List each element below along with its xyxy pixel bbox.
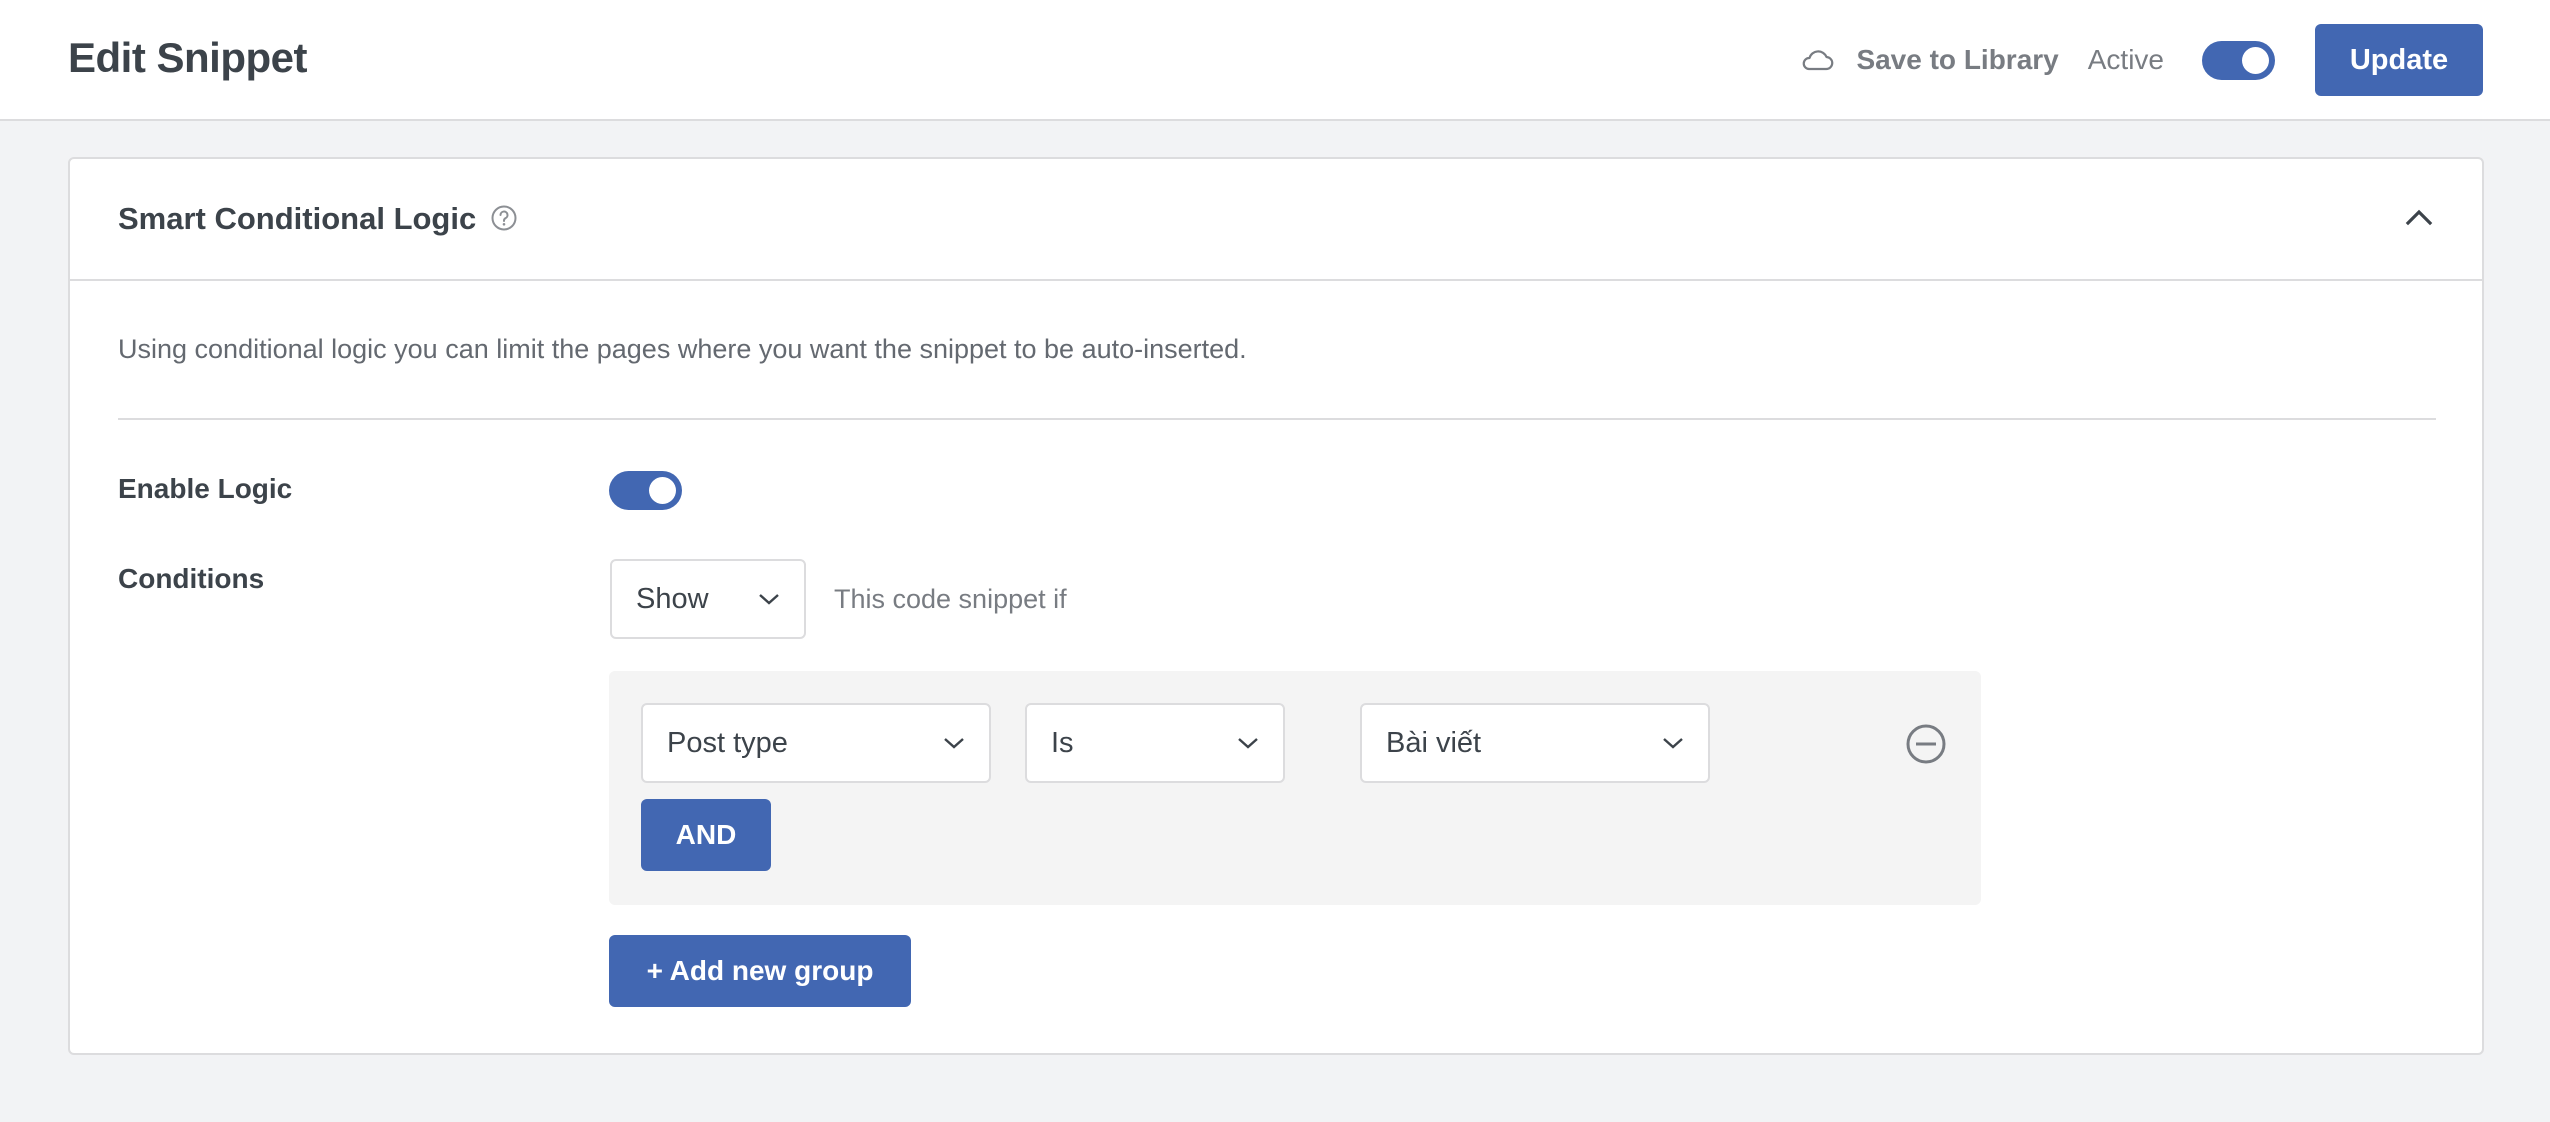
chevron-down-icon (1663, 738, 1683, 749)
chevron-down-icon (944, 738, 964, 749)
rule-type-value: Post type (667, 726, 788, 759)
rule-value-select[interactable]: Bài viết (1360, 703, 1710, 783)
minus-circle-icon[interactable] (1905, 723, 1947, 765)
cloud-icon (1803, 50, 1834, 71)
active-toggle[interactable] (2202, 40, 2275, 80)
rule-type-select[interactable]: Post type (641, 703, 991, 783)
header-actions: Save to Library Active Update (1800, 24, 2483, 96)
show-hide-select-value: Show (636, 582, 709, 615)
show-hide-select[interactable]: Show (610, 559, 806, 639)
panel-title: Smart Conditional Logic (118, 201, 477, 236)
question-circle-icon[interactable] (490, 204, 518, 232)
divider (118, 418, 2436, 420)
toggle-knob (649, 477, 676, 504)
chevron-down-icon (1238, 738, 1258, 749)
page-header: Edit Snippet Save to Library Active Upda… (0, 0, 2550, 121)
add-new-group-button[interactable]: + Add new group (609, 935, 911, 1007)
update-button[interactable]: Update (2315, 24, 2483, 96)
page-title: Edit Snippet (68, 34, 308, 81)
rule-operator-select[interactable]: Is (1025, 703, 1285, 783)
chevron-up-icon[interactable] (2404, 203, 2434, 233)
enable-logic-label: Enable Logic (118, 473, 293, 504)
condition-group: Post type Is Bài viết AND (609, 671, 1981, 905)
conditions-label: Conditions (118, 563, 265, 594)
and-button[interactable]: AND (641, 799, 771, 871)
panel-header[interactable]: Smart Conditional Logic (70, 159, 2482, 281)
enable-logic-toggle[interactable] (609, 471, 682, 510)
toggle-knob (2242, 46, 2269, 74)
condition-mode-suffix: This code snippet if (834, 584, 1067, 614)
panel-description: Using conditional logic you can limit th… (118, 334, 1247, 364)
save-to-library-button[interactable]: Save to Library (1800, 44, 2059, 76)
save-to-library-label: Save to Library (1856, 44, 2059, 75)
rule-operator-value: Is (1051, 726, 1074, 759)
smart-conditional-logic-panel: Smart Conditional Logic Using conditiona… (68, 157, 2484, 1055)
rule-value-value: Bài viết (1386, 726, 1482, 759)
active-label: Active (2087, 44, 2164, 75)
chevron-down-icon (759, 594, 779, 605)
